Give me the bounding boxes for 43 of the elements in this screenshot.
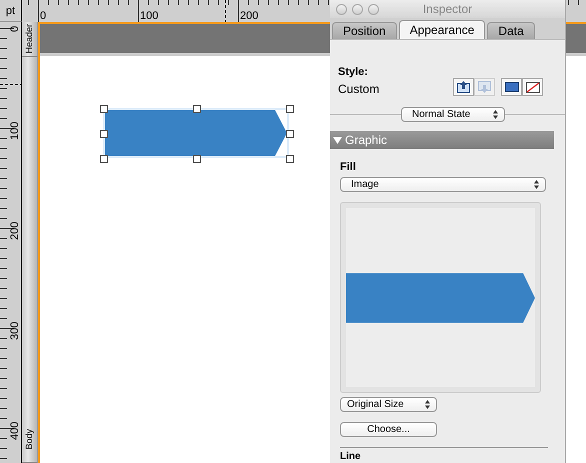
choose-button[interactable]: Choose...: [340, 422, 437, 437]
selection-handle[interactable]: [100, 105, 108, 113]
ruler-unit: pt: [0, 0, 22, 22]
style-value: Custom: [338, 82, 380, 96]
stepper-arrows-icon: [425, 400, 430, 409]
state-popup[interactable]: Normal State: [401, 107, 505, 122]
fill-label: Fill: [340, 161, 357, 173]
ruler-label: 100: [9, 122, 21, 140]
tab[interactable]: Appearance: [398, 20, 486, 39]
ruler-label: 400: [9, 422, 21, 440]
style-label: Style:: [338, 66, 369, 78]
section-label: Line: [340, 451, 362, 462]
style-button[interactable]: [501, 78, 522, 96]
ruler-label: 200: [9, 222, 21, 240]
ruler-label: 0: [40, 10, 46, 22]
tab[interactable]: Position: [332, 22, 397, 39]
selection-handle[interactable]: [286, 155, 294, 163]
triangle-down-icon: [333, 136, 342, 144]
band-tab[interactable]: Body: [22, 56, 38, 463]
filled-rectangle-icon: [504, 82, 518, 92]
selection-handle[interactable]: [100, 130, 108, 138]
stepper-arrows-icon: [534, 180, 539, 189]
style-button[interactable]: [453, 78, 474, 96]
selection-handle[interactable]: [286, 105, 294, 113]
no-fill-icon: [526, 82, 540, 92]
tab[interactable]: Data: [487, 22, 535, 39]
band-tab[interactable]: Header: [22, 22, 38, 57]
arrow-shape[interactable]: [105, 110, 287, 156]
fill-popup[interactable]: Image: [340, 177, 546, 192]
arrow-down-icon: [478, 81, 491, 93]
ruler-label: 0: [9, 26, 21, 32]
selection-handle[interactable]: [193, 155, 201, 163]
window-title: Inspector: [422, 2, 474, 16]
style-button[interactable]: [522, 78, 543, 96]
ruler-label: 100: [140, 10, 158, 22]
ruler-label: 300: [9, 322, 21, 340]
selection-handle[interactable]: [100, 155, 108, 163]
stepper-arrows-icon: [493, 110, 498, 119]
arrow-up-icon: [457, 81, 470, 93]
size-popup[interactable]: Original Size: [340, 397, 437, 412]
selection-handle[interactable]: [193, 105, 201, 113]
selection-handle[interactable]: [286, 130, 294, 138]
ruler-label: 200: [240, 10, 258, 22]
